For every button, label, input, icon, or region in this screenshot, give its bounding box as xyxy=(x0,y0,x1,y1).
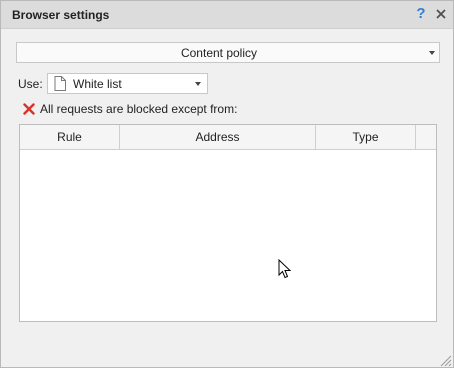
close-icon[interactable] xyxy=(433,6,449,22)
rules-table[interactable]: Rule Address Type xyxy=(19,124,437,322)
column-header-spacer xyxy=(416,125,436,149)
help-icon[interactable]: ? xyxy=(414,5,428,23)
table-header: Rule Address Type xyxy=(20,125,436,150)
content-policy-value: Content policy xyxy=(180,46,258,60)
block-notice-text: All requests are blocked except from: xyxy=(40,102,238,116)
column-header-address[interactable]: Address xyxy=(120,125,316,149)
use-list-value: White list xyxy=(73,77,122,91)
use-list-dropdown[interactable]: White list xyxy=(47,73,208,94)
content-policy-dropdown[interactable]: Content policy xyxy=(16,42,440,63)
column-header-type[interactable]: Type xyxy=(316,125,416,149)
chevron-down-icon xyxy=(429,51,435,55)
use-label: Use: xyxy=(18,77,43,91)
resize-grip-icon[interactable] xyxy=(438,353,452,367)
browser-settings-dialog: Browser settings ? Content policy Use: W… xyxy=(0,0,454,368)
chevron-down-icon xyxy=(195,82,201,86)
document-icon xyxy=(54,76,66,91)
mouse-cursor-icon xyxy=(278,258,292,279)
dialog-title: Browser settings xyxy=(12,8,110,22)
title-bar[interactable]: Browser settings ? xyxy=(1,1,453,29)
red-x-icon xyxy=(23,103,35,115)
column-header-rule[interactable]: Rule xyxy=(20,125,120,149)
